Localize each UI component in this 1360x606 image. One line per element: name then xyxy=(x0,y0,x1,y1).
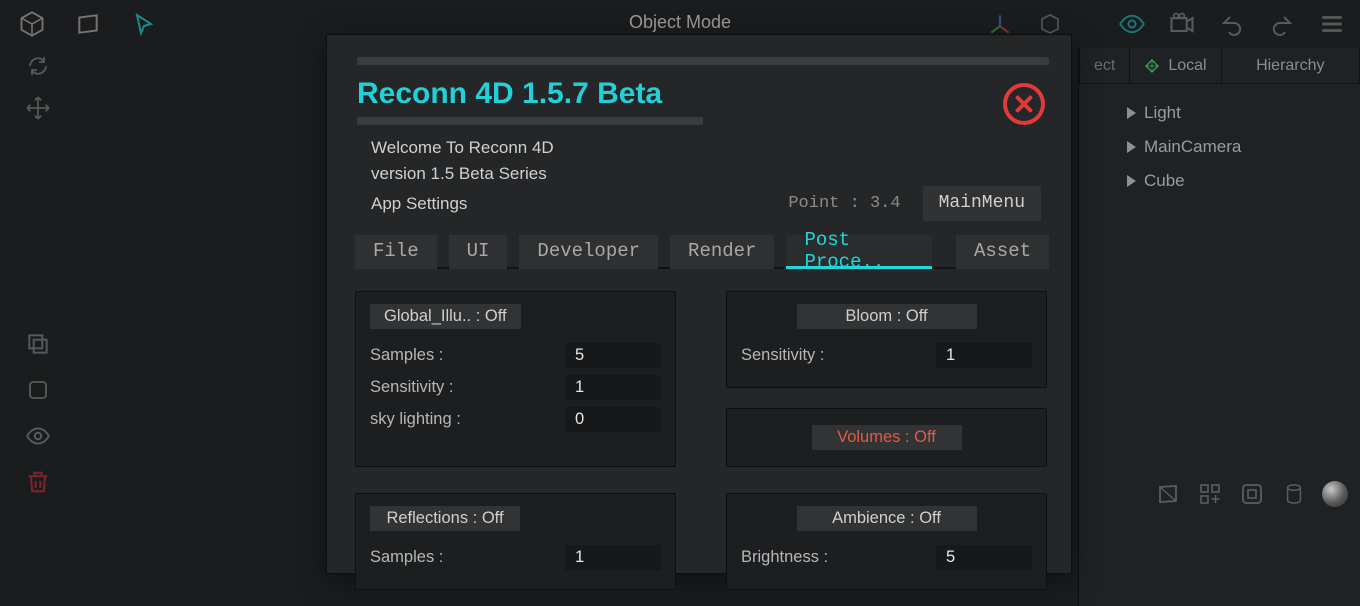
ambience-brightness-input[interactable]: 5 xyxy=(936,545,1032,570)
undo-icon[interactable] xyxy=(1218,10,1246,38)
mainmenu-button[interactable]: MainMenu xyxy=(923,186,1041,221)
left-tools-upper xyxy=(14,52,62,122)
toggle-reflections[interactable]: Reflections : Off xyxy=(370,506,520,531)
modal-title: Reconn 4D 1.5.7 Beta xyxy=(357,77,1041,111)
panel-ambience: Ambience : Off Brightness : 5 xyxy=(726,493,1047,590)
close-button[interactable] xyxy=(1003,83,1045,125)
tab-object-cut[interactable]: ect xyxy=(1079,48,1130,83)
visibility-icon[interactable] xyxy=(24,422,52,450)
hierarchy-item-cube[interactable]: Cube xyxy=(1085,164,1354,198)
gi-sky-input[interactable]: 0 xyxy=(565,407,661,432)
settings-modal: Reconn 4D 1.5.7 Beta Welcome To Reconn 4… xyxy=(326,34,1072,574)
trash-icon[interactable] xyxy=(24,468,52,496)
tab-local-label: Local xyxy=(1168,57,1206,75)
tab-ui[interactable]: UI xyxy=(449,235,508,269)
right-panel-tabs: ect Local Hierarchy xyxy=(1079,48,1360,84)
redo-icon[interactable] xyxy=(1268,10,1296,38)
welcome-line: Welcome To Reconn 4D xyxy=(371,135,1041,161)
hierarchy-item-label: MainCamera xyxy=(1144,137,1241,157)
settings-tabs: File UI Developer Render Post Proce.. As… xyxy=(355,235,1049,269)
toggle-global-illumination[interactable]: Global_Illu.. : Off xyxy=(370,304,521,329)
bloom-sensitivity-input[interactable]: 1 xyxy=(936,343,1032,368)
plane-icon[interactable] xyxy=(74,10,102,38)
box-icon[interactable] xyxy=(1238,480,1266,508)
tab-hierarchy[interactable]: Hierarchy xyxy=(1222,48,1360,83)
tab-asset[interactable]: Asset xyxy=(956,235,1049,269)
chevron-right-icon xyxy=(1127,107,1136,119)
square-icon[interactable] xyxy=(24,376,52,404)
menu-icon[interactable] xyxy=(1318,10,1346,38)
eye-icon[interactable] xyxy=(1118,10,1146,38)
left-tools-lower xyxy=(14,330,62,496)
point-label: Point : 3.4 xyxy=(788,191,900,217)
camera-icon[interactable] xyxy=(1168,10,1196,38)
cube-icon[interactable] xyxy=(18,10,46,38)
reflections-samples-label: Samples : xyxy=(370,548,443,567)
right-panel-bottom-icons xyxy=(1154,480,1348,508)
hierarchy-item-light[interactable]: Light xyxy=(1085,96,1354,130)
modal-welcome-block: Welcome To Reconn 4D version 1.5 Beta Se… xyxy=(327,125,1071,221)
chevron-right-icon xyxy=(1127,141,1136,153)
duplicate-icon[interactable] xyxy=(24,330,52,358)
tab-local[interactable]: Local xyxy=(1130,48,1221,83)
hierarchy-item-maincamera[interactable]: MainCamera xyxy=(1085,130,1354,164)
ambience-brightness-label: Brightness : xyxy=(741,548,828,567)
reflections-samples-input[interactable]: 1 xyxy=(565,545,661,570)
gi-sensitivity-label: Sensitivity : xyxy=(370,378,453,397)
sphere-icon[interactable] xyxy=(1322,481,1348,507)
panel-reflections: Reflections : Off Samples : 1 xyxy=(355,493,676,590)
settings-panels: Global_Illu.. : Off Samples : 5 Sensitivi… xyxy=(327,269,1071,590)
chevron-right-icon xyxy=(1127,175,1136,187)
panel-volumes: Volumes : Off xyxy=(726,408,1047,467)
toggle-volumes[interactable]: Volumes : Off xyxy=(812,425,962,450)
gi-samples-input[interactable]: 5 xyxy=(565,343,661,368)
mode-label: Object Mode xyxy=(629,12,731,33)
bloom-sensitivity-label: Sensitivity : xyxy=(741,346,824,365)
hierarchy-tree: Light MainCamera Cube xyxy=(1079,84,1360,210)
welcome-line: version 1.5 Beta Series xyxy=(371,161,1041,187)
gi-sensitivity-input[interactable]: 1 xyxy=(565,375,661,400)
right-panel: ect Local Hierarchy Light MainCamera Cub… xyxy=(1078,48,1360,606)
tab-postprocess[interactable]: Post Proce.. xyxy=(786,235,932,269)
panel-global-illumination: Global_Illu.. : Off Samples : 5 Sensitivi… xyxy=(355,291,676,467)
gi-sky-label: sky lighting : xyxy=(370,410,461,429)
move-icon[interactable] xyxy=(24,94,52,122)
hierarchy-item-label: Cube xyxy=(1144,171,1185,191)
modal-drag-bar[interactable] xyxy=(357,57,1049,65)
toggle-ambience[interactable]: Ambience : Off xyxy=(797,506,977,531)
tab-render[interactable]: Render xyxy=(670,235,774,269)
toggle-bloom[interactable]: Bloom : Off xyxy=(797,304,977,329)
cylinder-icon[interactable] xyxy=(1280,480,1308,508)
tab-developer[interactable]: Developer xyxy=(519,235,658,269)
tab-file[interactable]: File xyxy=(355,235,437,269)
gi-samples-label: Samples : xyxy=(370,346,443,365)
welcome-line: App Settings xyxy=(371,191,467,217)
cursor-icon[interactable] xyxy=(130,10,158,38)
grid-add-icon[interactable] xyxy=(1196,480,1224,508)
material-plane-icon[interactable] xyxy=(1154,480,1182,508)
panel-bloom: Bloom : Off Sensitivity : 1 xyxy=(726,291,1047,388)
hierarchy-item-label: Light xyxy=(1144,103,1181,123)
refresh-icon[interactable] xyxy=(24,52,52,80)
modal-subbar xyxy=(357,117,703,125)
